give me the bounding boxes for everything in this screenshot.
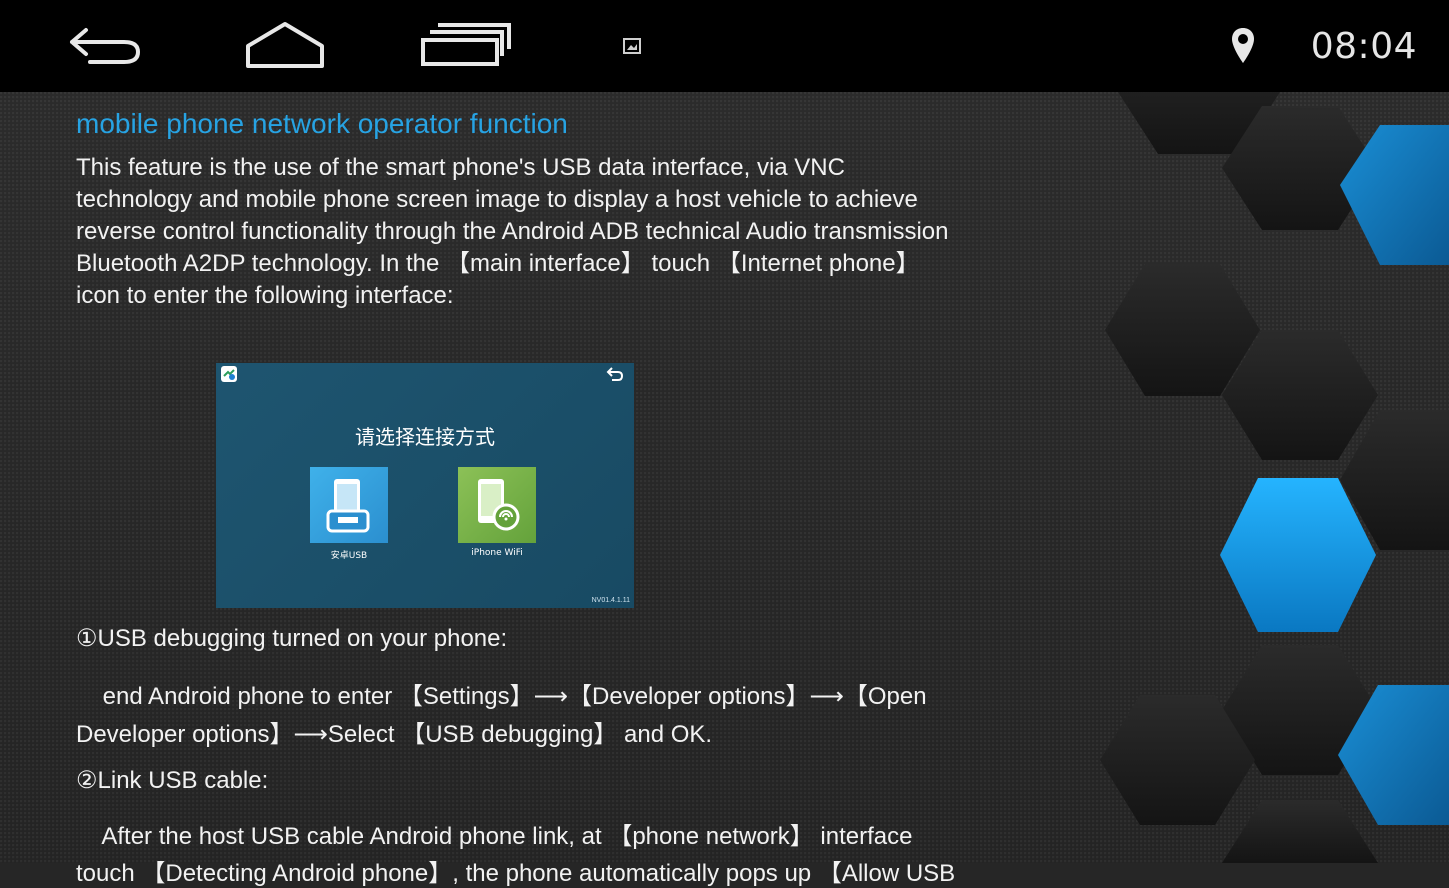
location-icon bbox=[1232, 28, 1254, 63]
android-usb-option[interactable] bbox=[310, 467, 388, 543]
page-title: mobile phone network operator function bbox=[76, 108, 568, 139]
iphone-wifi-label: iPhone WiFi bbox=[471, 548, 523, 558]
intro-line: Bluetooth A2DP technology. In the 【main … bbox=[76, 250, 920, 277]
iphone-wifi-option[interactable] bbox=[458, 467, 536, 543]
intro-line: This feature is the use of the smart pho… bbox=[76, 154, 845, 181]
app-logo-icon bbox=[221, 366, 237, 382]
help-content: mobile phone network operator function T… bbox=[76, 108, 1146, 312]
step1-line: Developer options】⟶Select 【USB debugging… bbox=[76, 721, 713, 748]
status-bar: 08:04 bbox=[0, 0, 1449, 92]
connection-mode-heading: 请选择连接方式 bbox=[355, 425, 495, 449]
intro-line: technology and mobile phone screen image… bbox=[76, 186, 918, 213]
home-icon[interactable] bbox=[244, 20, 326, 70]
intro-paragraph: This feature is the use of the smart pho… bbox=[76, 152, 1146, 312]
intro-line: icon to enter the following interface: bbox=[76, 282, 454, 309]
step2-line: touch 【Detecting Android phone】, the pho… bbox=[76, 860, 956, 887]
step2-line: After the host USB cable Android phone l… bbox=[76, 823, 913, 850]
recent-apps-icon[interactable] bbox=[420, 22, 512, 68]
step1-title: ①USB debugging turned on your phone: bbox=[76, 625, 508, 652]
version-label: NV01.4.1.11 bbox=[591, 597, 630, 604]
back-icon[interactable] bbox=[66, 22, 146, 68]
iphone-wifi-icon bbox=[478, 479, 520, 531]
step1-line: end Android phone to enter 【Settings】⟶【D… bbox=[76, 683, 927, 710]
screenshot-notification-icon bbox=[623, 38, 641, 54]
step2-title: ②Link USB cable: bbox=[76, 767, 269, 794]
android-usb-label: 安卓USB bbox=[330, 551, 368, 561]
android-usb-icon bbox=[326, 479, 370, 533]
status-clock: 08:04 bbox=[1310, 26, 1417, 67]
embedded-screenshot: 请选择连接方式 安卓USB iPhone WiFi NV01.4.1.11 bbox=[216, 363, 634, 608]
back-arrow-icon[interactable] bbox=[606, 366, 624, 382]
intro-line: reverse control functionality through th… bbox=[76, 218, 949, 245]
